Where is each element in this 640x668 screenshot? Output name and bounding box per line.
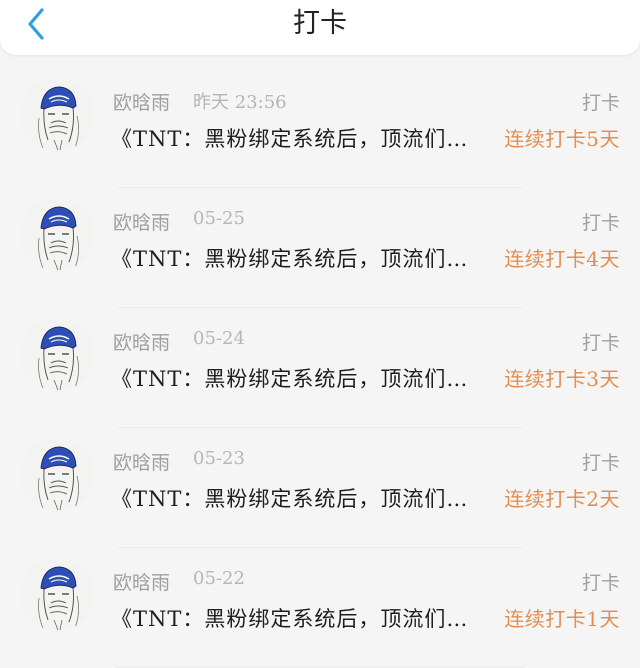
list-item[interactable]: 欧晗雨 昨天 23:56 打卡 《TNT：黑粉绑定系统后，顶流们… 连续打卡5天 [0, 68, 640, 188]
list-item[interactable]: 欧晗雨 05-23 打卡 《TNT：黑粉绑定系统后，顶流们… 连续打卡2天 [0, 428, 640, 548]
page-title: 打卡 [293, 8, 347, 39]
top-bar: 打卡 [0, 0, 640, 55]
streak-label: 连续打卡2天 [504, 487, 620, 511]
book-title: 《TNT：黑粉绑定系统后，顶流们… [111, 607, 469, 631]
streak-label: 连续打卡5天 [504, 127, 620, 151]
list-item[interactable]: 欧晗雨 05-22 打卡 《TNT：黑粉绑定系统后，顶流们… 连续打卡1天 [0, 548, 640, 668]
timestamp: 05-25 [193, 208, 245, 229]
avatar [21, 438, 94, 511]
book-title: 《TNT：黑粉绑定系统后，顶流们… [111, 367, 469, 391]
list-item[interactable]: 欧晗雨 05-25 打卡 《TNT：黑粉绑定系统后，顶流们… 连续打卡4天 [0, 188, 640, 308]
book-title: 《TNT：黑粉绑定系统后，顶流们… [111, 487, 469, 511]
checkin-tag: 打卡 [581, 332, 620, 354]
avatar [21, 318, 94, 391]
username: 欧晗雨 [113, 212, 171, 234]
streak-label: 连续打卡3天 [504, 367, 620, 391]
username: 欧晗雨 [113, 92, 171, 114]
checkin-tag: 打卡 [581, 212, 620, 234]
book-title: 《TNT：黑粉绑定系统后，顶流们… [111, 127, 469, 151]
avatar [21, 198, 94, 271]
username: 欧晗雨 [113, 452, 171, 474]
list-item[interactable]: 欧晗雨 05-24 打卡 《TNT：黑粉绑定系统后，顶流们… 连续打卡3天 [0, 308, 640, 428]
checkin-tag: 打卡 [581, 572, 620, 594]
timestamp: 昨天 23:56 [193, 92, 287, 113]
avatar [21, 78, 94, 151]
timestamp: 05-23 [193, 448, 245, 469]
avatar [21, 558, 94, 631]
checkin-tag: 打卡 [581, 92, 620, 114]
streak-label: 连续打卡4天 [504, 247, 620, 271]
timestamp: 05-22 [193, 568, 245, 589]
username: 欧晗雨 [113, 332, 171, 354]
streak-label: 连续打卡1天 [504, 607, 620, 631]
checkin-tag: 打卡 [581, 452, 620, 474]
username: 欧晗雨 [113, 572, 171, 594]
checkin-list: 欧晗雨 昨天 23:56 打卡 《TNT：黑粉绑定系统后，顶流们… 连续打卡5天… [0, 68, 640, 668]
timestamp: 05-24 [193, 328, 245, 349]
book-title: 《TNT：黑粉绑定系统后，顶流们… [111, 247, 469, 271]
